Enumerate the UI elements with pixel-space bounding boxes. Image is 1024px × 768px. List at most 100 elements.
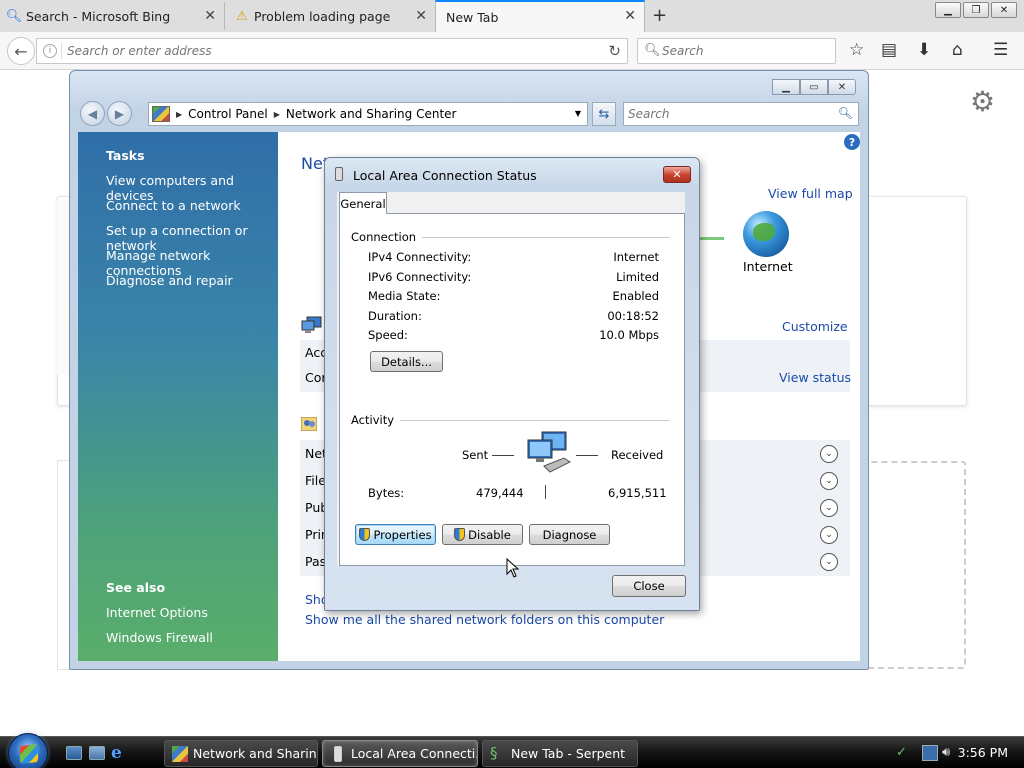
details-button[interactable]: Details... xyxy=(370,351,443,372)
tab-new-tab[interactable]: New Tab ✕ xyxy=(435,0,645,32)
sharing-row-password-sharing: Pas xyxy=(305,554,327,569)
home-icon[interactable]: ⌂ xyxy=(952,40,963,60)
mouse-pointer-icon xyxy=(506,558,520,578)
chevron-down-icon[interactable]: ⌄ xyxy=(820,553,838,571)
diagnose-button[interactable]: Diagnose xyxy=(529,524,610,545)
breadcrumb-network-sharing[interactable]: Network and Sharing Center xyxy=(286,107,457,121)
control-panel-icon xyxy=(172,746,188,762)
taskbar-label: Network and Sharin... xyxy=(193,746,318,761)
bytes-divider xyxy=(545,485,546,499)
customize-link[interactable]: Customize xyxy=(782,319,848,334)
show-desktop-icon[interactable] xyxy=(66,746,82,760)
address-bar[interactable]: i ↻ xyxy=(36,38,628,64)
taskbar-network-sharing[interactable]: Network and Sharin... xyxy=(164,740,318,767)
network-tray-icon[interactable] xyxy=(922,745,938,761)
internet-label: Internet xyxy=(743,259,793,274)
windows-logo-icon xyxy=(20,744,38,764)
chevron-down-icon[interactable]: ⌄ xyxy=(820,445,838,463)
task-diagnose-repair[interactable]: Diagnose and repair xyxy=(106,273,233,288)
new-tab-plus-icon[interactable]: + xyxy=(652,5,667,26)
network-adapter-icon xyxy=(335,167,343,181)
warning-icon: ⚠ xyxy=(236,8,248,24)
disable-label: Disable xyxy=(468,527,511,542)
bytes-received-value: 6,915,511 xyxy=(608,486,667,500)
view-status-link[interactable]: View status xyxy=(779,370,851,385)
minimize-button[interactable]: ▁ xyxy=(935,2,961,18)
chevron-down-icon[interactable]: ⌄ xyxy=(820,472,838,490)
reload-icon[interactable]: ↻ xyxy=(608,42,621,60)
tasks-sidebar: Tasks View computers and devices Connect… xyxy=(78,132,278,661)
connection-group-label: Connection xyxy=(351,230,423,244)
breadcrumb-arrow-icon: ▶ xyxy=(176,109,183,119)
view-full-map-link[interactable]: View full map xyxy=(768,186,853,201)
address-input[interactable] xyxy=(67,42,587,60)
link-internet-options[interactable]: Internet Options xyxy=(106,605,208,620)
close-button[interactable]: ✕ xyxy=(828,79,856,95)
window-controls: ▁ ▭ ✕ xyxy=(772,79,856,95)
clock[interactable]: 3:56 PM xyxy=(958,745,1008,760)
sharing-discovery-icon xyxy=(301,417,317,431)
url-separator xyxy=(61,43,62,59)
properties-button[interactable]: Properties xyxy=(355,524,436,545)
properties-label: Properties xyxy=(373,527,432,542)
show-shared-folders-link[interactable]: Show me all the shared network folders o… xyxy=(305,612,664,627)
serpent-browser-icon: § xyxy=(490,744,498,762)
chevron-down-icon[interactable]: ▼ xyxy=(575,109,581,118)
connection-line xyxy=(700,237,724,240)
breadcrumb-control-panel[interactable]: Control Panel xyxy=(188,107,268,121)
taskbar-label: New Tab - Serpent xyxy=(511,746,626,761)
browser-search-bar[interactable]: 🔍︎ xyxy=(637,38,836,64)
uac-shield-icon xyxy=(359,528,371,541)
close-icon[interactable]: ✕ xyxy=(204,8,216,24)
tab-problem-loading[interactable]: ⚠ Problem loading page ✕ xyxy=(228,2,435,30)
disable-button[interactable]: Disable xyxy=(442,524,523,545)
bookmark-star-icon[interactable]: ☆ xyxy=(849,40,864,60)
dialog-title: Local Area Connection Status xyxy=(353,168,537,183)
refresh-icon[interactable]: ⇆ xyxy=(592,102,616,126)
explorer-nav-row: ◀ ▶ ▶ Control Panel ▶ Network and Sharin… xyxy=(78,101,860,129)
network-activity-icon xyxy=(527,431,571,473)
task-connect-network[interactable]: Connect to a network xyxy=(106,198,241,213)
cp-search-input[interactable] xyxy=(628,106,828,122)
chevron-down-icon[interactable]: ⌄ xyxy=(820,499,838,517)
back-arrow-icon[interactable]: ← xyxy=(7,37,35,65)
breadcrumb[interactable]: ▶ Control Panel ▶ Network and Sharing Ce… xyxy=(148,102,588,126)
menu-hamburger-icon[interactable]: ☰ xyxy=(993,40,1008,60)
taskbar-local-area-connection[interactable]: Local Area Connecti... xyxy=(322,740,478,767)
ipv6-value: Limited xyxy=(616,270,659,284)
taskbar-label: Local Area Connecti... xyxy=(351,746,478,761)
internet-explorer-icon[interactable]: e xyxy=(111,743,122,763)
maximize-button[interactable]: ▭ xyxy=(800,79,828,95)
switch-windows-icon[interactable] xyxy=(89,746,105,760)
download-icon[interactable]: ⬇ xyxy=(917,40,931,60)
close-icon[interactable]: ✕ xyxy=(415,8,427,24)
taskbar-new-tab-serpent[interactable]: § New Tab - Serpent xyxy=(482,740,638,767)
search-icon[interactable]: 🔍︎ xyxy=(838,106,853,120)
tray-check-icon[interactable]: ✓ xyxy=(896,745,912,761)
speed-value: 10.0 Mbps xyxy=(599,328,659,342)
forward-arrow-icon[interactable]: ▶ xyxy=(107,101,132,126)
internet-globe-icon xyxy=(743,211,789,257)
back-arrow-icon[interactable]: ◀ xyxy=(80,101,105,126)
info-icon[interactable]: i xyxy=(43,44,57,58)
help-icon[interactable]: ? xyxy=(844,134,860,150)
tab-general[interactable]: General xyxy=(339,192,387,214)
gear-icon[interactable]: ⚙ xyxy=(970,85,995,118)
close-icon[interactable]: ✕ xyxy=(624,8,636,24)
sent-line xyxy=(492,455,514,456)
tab-bing[interactable]: 🔍︎ Search - Microsoft Bing ✕ xyxy=(0,2,225,30)
maximize-button[interactable]: ❐ xyxy=(963,2,989,18)
link-windows-firewall[interactable]: Windows Firewall xyxy=(106,630,213,645)
chevron-down-icon[interactable]: ⌄ xyxy=(820,526,838,544)
reading-list-icon[interactable]: ▤ xyxy=(881,40,897,60)
cp-search-box[interactable]: 🔍︎ xyxy=(623,102,859,126)
close-button[interactable]: Close xyxy=(612,575,686,597)
minimize-button[interactable]: ▁ xyxy=(772,79,800,95)
volume-icon[interactable]: 🔊︎ xyxy=(942,745,958,761)
dialog-close-button[interactable]: ✕ xyxy=(663,166,691,183)
start-button[interactable] xyxy=(8,733,48,768)
browser-search-input[interactable] xyxy=(662,42,827,60)
window-close-button[interactable]: ✕ xyxy=(991,2,1017,18)
ipv4-label: IPv4 Connectivity: xyxy=(368,250,472,264)
see-also-heading: See also xyxy=(106,580,166,595)
